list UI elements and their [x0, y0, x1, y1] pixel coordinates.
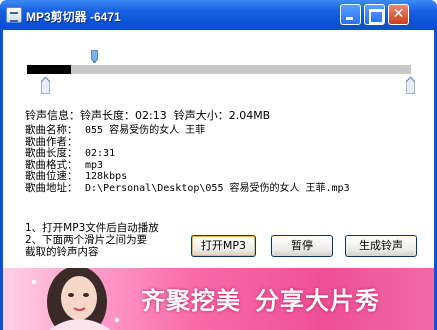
minimize-icon — [341, 5, 360, 24]
position-track[interactable] — [27, 65, 411, 74]
playback-position-handle[interactable] — [91, 50, 98, 63]
close-button[interactable]: ✕ — [388, 4, 409, 25]
app-window: MP3剪切器 -6471 ✕ 铃声信息：铃声长度：02:13 铃声大小：2.04… — [0, 0, 437, 330]
ringtone-length-label: 铃声长度： — [80, 109, 135, 122]
selection-end-handle[interactable] — [406, 77, 415, 94]
song-path-row: 歌曲地址： D:\Personal\Desktop\055 容易受伤的女人 王菲.… — [25, 181, 350, 195]
song-path: D:\Personal\Desktop\055 容易受伤的女人 王菲.mp3 — [85, 182, 350, 194]
maximize-icon — [365, 5, 384, 24]
ringtone-length: 02:13 — [135, 109, 167, 122]
song-format: mp3 — [85, 159, 104, 171]
maximize-button[interactable] — [364, 4, 385, 25]
selection-start-handle[interactable] — [41, 77, 50, 94]
song-name-label: 歌曲名称： — [25, 124, 78, 136]
ringtone-size: 2.04MB — [228, 109, 271, 122]
song-details: 歌曲名称： 055 容易受伤的女人 王菲 歌曲作者： 歌曲长度： 02:31 歌曲格… — [25, 124, 350, 195]
pause-button[interactable]: 暂停 — [271, 235, 333, 257]
song-name-row: 歌曲名称： 055 容易受伤的女人 王菲 — [25, 124, 350, 137]
close-icon: ✕ — [392, 6, 405, 22]
song-bitrate: 128kbps — [85, 171, 128, 183]
banner-slogan-part-b: 分享大片秀 — [255, 287, 380, 315]
tip-line: 2、下面两个滑片之间为要 — [25, 233, 148, 246]
ringtone-info-label: 铃声信息： — [25, 109, 80, 122]
client-area: 铃声信息：铃声长度：02:13 铃声大小：2.04MB 歌曲名称： 055 容易受… — [3, 30, 434, 330]
ad-banner[interactable]: 齐聚挖美 分享大片秀 — [3, 268, 434, 330]
generate-ringtone-button[interactable]: 生成铃声 — [345, 235, 417, 257]
banner-slogan: 齐聚挖美 分享大片秀 — [141, 281, 380, 316]
song-path-label: 歌曲地址： — [25, 181, 78, 194]
usage-tips: 1、打开MP3文件后自动播放 2、下面两个滑片之间为要 截取的铃声内容 — [25, 222, 159, 258]
window-title: MP3剪切器 -6471 — [26, 10, 121, 24]
playback-progress-fill — [27, 65, 71, 74]
song-name: 055 容易受伤的女人 王菲 — [85, 125, 206, 136]
song-length: 02:31 — [85, 148, 116, 160]
minimize-button[interactable] — [340, 4, 361, 25]
title-bar[interactable]: MP3剪切器 -6471 ✕ — [0, 0, 437, 30]
app-icon — [6, 7, 22, 23]
banner-slogan-part-a: 齐聚挖美 — [141, 287, 241, 315]
banner-portrait-image — [32, 268, 119, 330]
ringtone-info: 铃声信息：铃声长度：02:13 铃声大小：2.04MB — [25, 107, 270, 123]
ringtone-size-label: 铃声大小： — [173, 109, 229, 122]
tip-line: 截取的铃声内容 — [25, 245, 99, 258]
open-mp3-button[interactable]: 打开MP3 — [191, 235, 256, 257]
